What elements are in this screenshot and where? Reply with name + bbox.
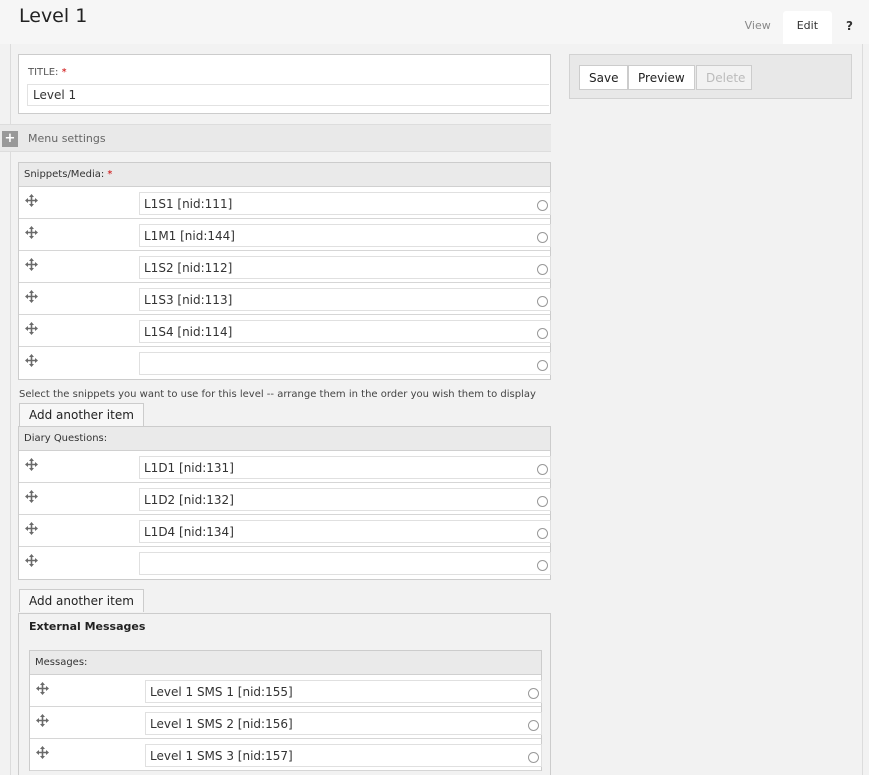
diary-header: Diary Questions:: [19, 427, 550, 451]
drag-handle-icon[interactable]: [36, 714, 49, 727]
page-title: Level 1: [19, 5, 88, 27]
expand-icon[interactable]: +: [2, 131, 18, 147]
menu-settings-label[interactable]: Menu settings: [28, 132, 106, 145]
title-label: TITLE: *: [28, 67, 67, 78]
table-row: [19, 219, 551, 251]
table-row: [19, 315, 551, 347]
table-row: [19, 347, 551, 379]
add-diary-button[interactable]: Add another item: [19, 589, 144, 612]
messages-header: Messages:: [30, 651, 541, 675]
table-row: [19, 547, 551, 579]
table-row: [19, 283, 551, 315]
autocomplete-throbber-icon: [537, 496, 548, 507]
drag-handle-icon[interactable]: [25, 554, 38, 567]
table-row: [19, 483, 551, 515]
delete-button: Delete: [696, 65, 752, 90]
table-row: [30, 707, 542, 739]
drag-handle-icon[interactable]: [25, 226, 38, 239]
snippet-input[interactable]: [139, 288, 551, 311]
autocomplete-throbber-icon: [528, 720, 539, 731]
drag-handle-icon[interactable]: [25, 490, 38, 503]
autocomplete-throbber-icon: [537, 464, 548, 475]
help-link[interactable]: ?: [832, 11, 861, 44]
table-row: [19, 515, 551, 547]
snippets-table: Snippets/Media: *: [18, 162, 551, 380]
add-snippet-button[interactable]: Add another item: [19, 403, 144, 426]
autocomplete-throbber-icon: [528, 688, 539, 699]
drag-handle-icon[interactable]: [25, 522, 38, 535]
primary-tabs: View Edit ?: [733, 11, 861, 44]
autocomplete-throbber-icon: [537, 232, 548, 243]
snippet-input[interactable]: [139, 256, 551, 279]
message-input[interactable]: [145, 744, 542, 767]
title-input[interactable]: [27, 84, 549, 106]
form-actions: Save Preview Delete: [569, 54, 852, 99]
external-messages-title: External Messages: [29, 620, 146, 633]
message-input[interactable]: [145, 712, 542, 735]
table-row: [19, 187, 551, 219]
diary-input[interactable]: [139, 488, 551, 511]
message-input[interactable]: [145, 680, 542, 703]
diary-input[interactable]: [139, 456, 551, 479]
autocomplete-throbber-icon: [528, 752, 539, 763]
drag-handle-icon[interactable]: [36, 682, 49, 695]
messages-table: Messages:: [29, 650, 542, 771]
autocomplete-throbber-icon: [537, 560, 548, 571]
autocomplete-throbber-icon: [537, 296, 548, 307]
tab-view[interactable]: View: [733, 11, 783, 44]
autocomplete-throbber-icon: [537, 328, 548, 339]
autocomplete-throbber-icon: [537, 264, 548, 275]
snippet-input[interactable]: [139, 224, 551, 247]
diary-input[interactable]: [139, 520, 551, 543]
required-mark: *: [61, 67, 67, 78]
tab-edit[interactable]: Edit: [782, 11, 833, 44]
autocomplete-throbber-icon: [537, 528, 548, 539]
snippets-description: Select the snippets you want to use for …: [19, 389, 536, 400]
diary-input[interactable]: [139, 552, 551, 575]
diary-table: Diary Questions:: [18, 426, 551, 580]
drag-handle-icon[interactable]: [25, 322, 38, 335]
required-mark: *: [107, 169, 113, 180]
menu-settings-fieldset[interactable]: + Menu settings: [0, 124, 551, 152]
snippet-input[interactable]: [139, 352, 551, 375]
snippet-input[interactable]: [139, 320, 551, 343]
table-row: [19, 451, 551, 483]
drag-handle-icon[interactable]: [36, 746, 49, 759]
title-field: TITLE: *: [18, 54, 551, 114]
snippets-header: Snippets/Media: *: [19, 163, 550, 187]
autocomplete-throbber-icon: [537, 360, 548, 371]
drag-handle-icon[interactable]: [25, 194, 38, 207]
drag-handle-icon[interactable]: [25, 290, 38, 303]
drag-handle-icon[interactable]: [25, 458, 38, 471]
table-row: [19, 251, 551, 283]
save-button[interactable]: Save: [579, 65, 629, 90]
preview-button[interactable]: Preview: [628, 65, 695, 90]
autocomplete-throbber-icon: [537, 200, 548, 211]
page-header: Level 1 View Edit ?: [0, 0, 869, 44]
table-row: [30, 739, 542, 771]
table-row: [30, 675, 542, 707]
main-form: TITLE: *: [18, 54, 551, 114]
drag-handle-icon[interactable]: [25, 258, 38, 271]
snippet-input[interactable]: [139, 192, 551, 215]
drag-handle-icon[interactable]: [25, 354, 38, 367]
